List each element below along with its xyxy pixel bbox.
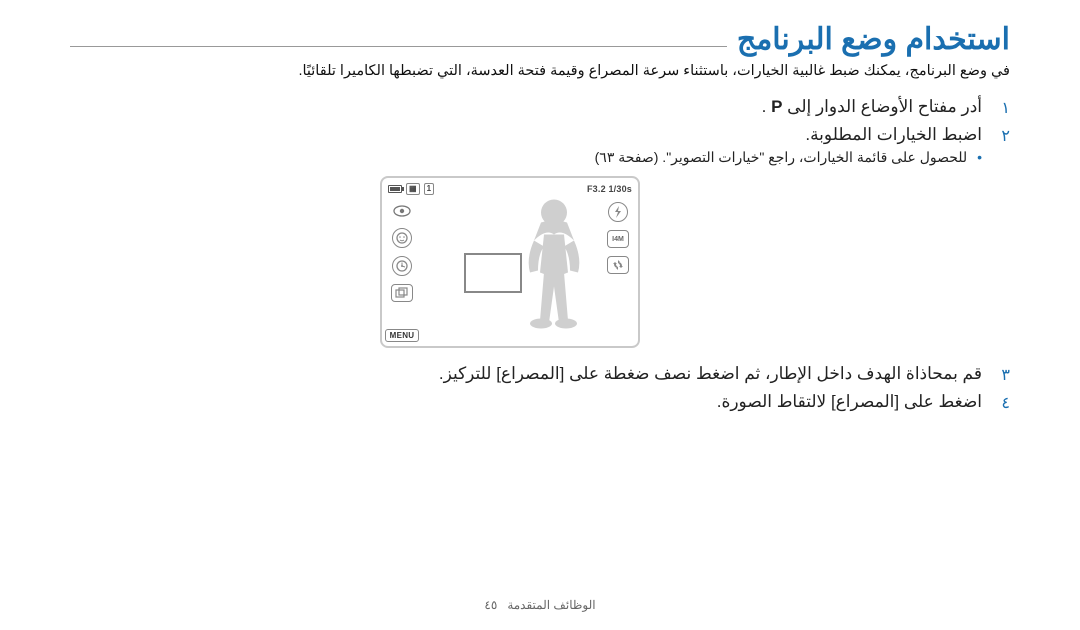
intro-paragraph: في وضع البرنامج، يمكنك ضبط غالبية الخيار…: [70, 63, 1010, 79]
left-icon-column: MENU: [388, 202, 416, 342]
page-title: استخدام وضع البرنامج: [737, 22, 1010, 57]
drive-icon: [391, 284, 413, 302]
step-number: ٤: [1001, 393, 1010, 413]
camera-preview: F3.2 1/30s 1 ▦ MENU: [380, 176, 640, 348]
menu-button[interactable]: MENU: [385, 329, 420, 342]
step-text: أدر مفتاح الأوضاع الدوار إلى: [782, 97, 982, 116]
step-4: ٤ اضغط على [المصراع] لالتقاط الصورة.: [70, 392, 1010, 412]
step-text-tail: .: [762, 97, 771, 116]
autofocus-frame: [464, 253, 522, 293]
step-2-sub: للحصول على قائمة الخيارات، راجع "خيارات …: [70, 149, 982, 166]
face-icon: [392, 228, 412, 248]
page-footer: الوظائف المتقدمة ٤٥: [0, 598, 1080, 612]
footer-page-number: ٤٥: [484, 598, 497, 612]
step-number: ٣: [1001, 365, 1010, 385]
exposure-readout: F3.2 1/30s: [587, 184, 632, 194]
sd-icon: ▦: [406, 183, 420, 195]
eye-icon: [391, 202, 413, 220]
size-icon: I4M: [607, 230, 629, 248]
footer-section: الوظائف المتقدمة: [507, 598, 595, 612]
shots-remaining: 1: [424, 183, 434, 195]
flash-icon: [608, 202, 628, 222]
title-rule: [70, 46, 727, 47]
stabilizer-icon: [607, 256, 629, 274]
step-text: قم بمحاذاة الهدف داخل الإطار، ثم اضغط نص…: [439, 364, 982, 383]
mode-p-label: P: [771, 97, 782, 117]
step-3: ٣ قم بمحاذاة الهدف داخل الإطار، ثم اضغط …: [70, 364, 1010, 384]
step-text: اضغط على [المصراع] لالتقاط الصورة.: [717, 392, 982, 411]
step-text: اضبط الخيارات المطلوبة.: [805, 125, 982, 144]
battery-icon: [388, 185, 402, 193]
right-icon-column: I4M: [604, 202, 632, 274]
step-1: ١ أدر مفتاح الأوضاع الدوار إلى P .: [70, 97, 1010, 117]
step-2: ٢ اضبط الخيارات المطلوبة. للحصول على قائ…: [70, 125, 1010, 166]
step-number: ٢: [1001, 126, 1010, 146]
step-number: ١: [1001, 98, 1010, 118]
timer-icon: [392, 256, 412, 276]
